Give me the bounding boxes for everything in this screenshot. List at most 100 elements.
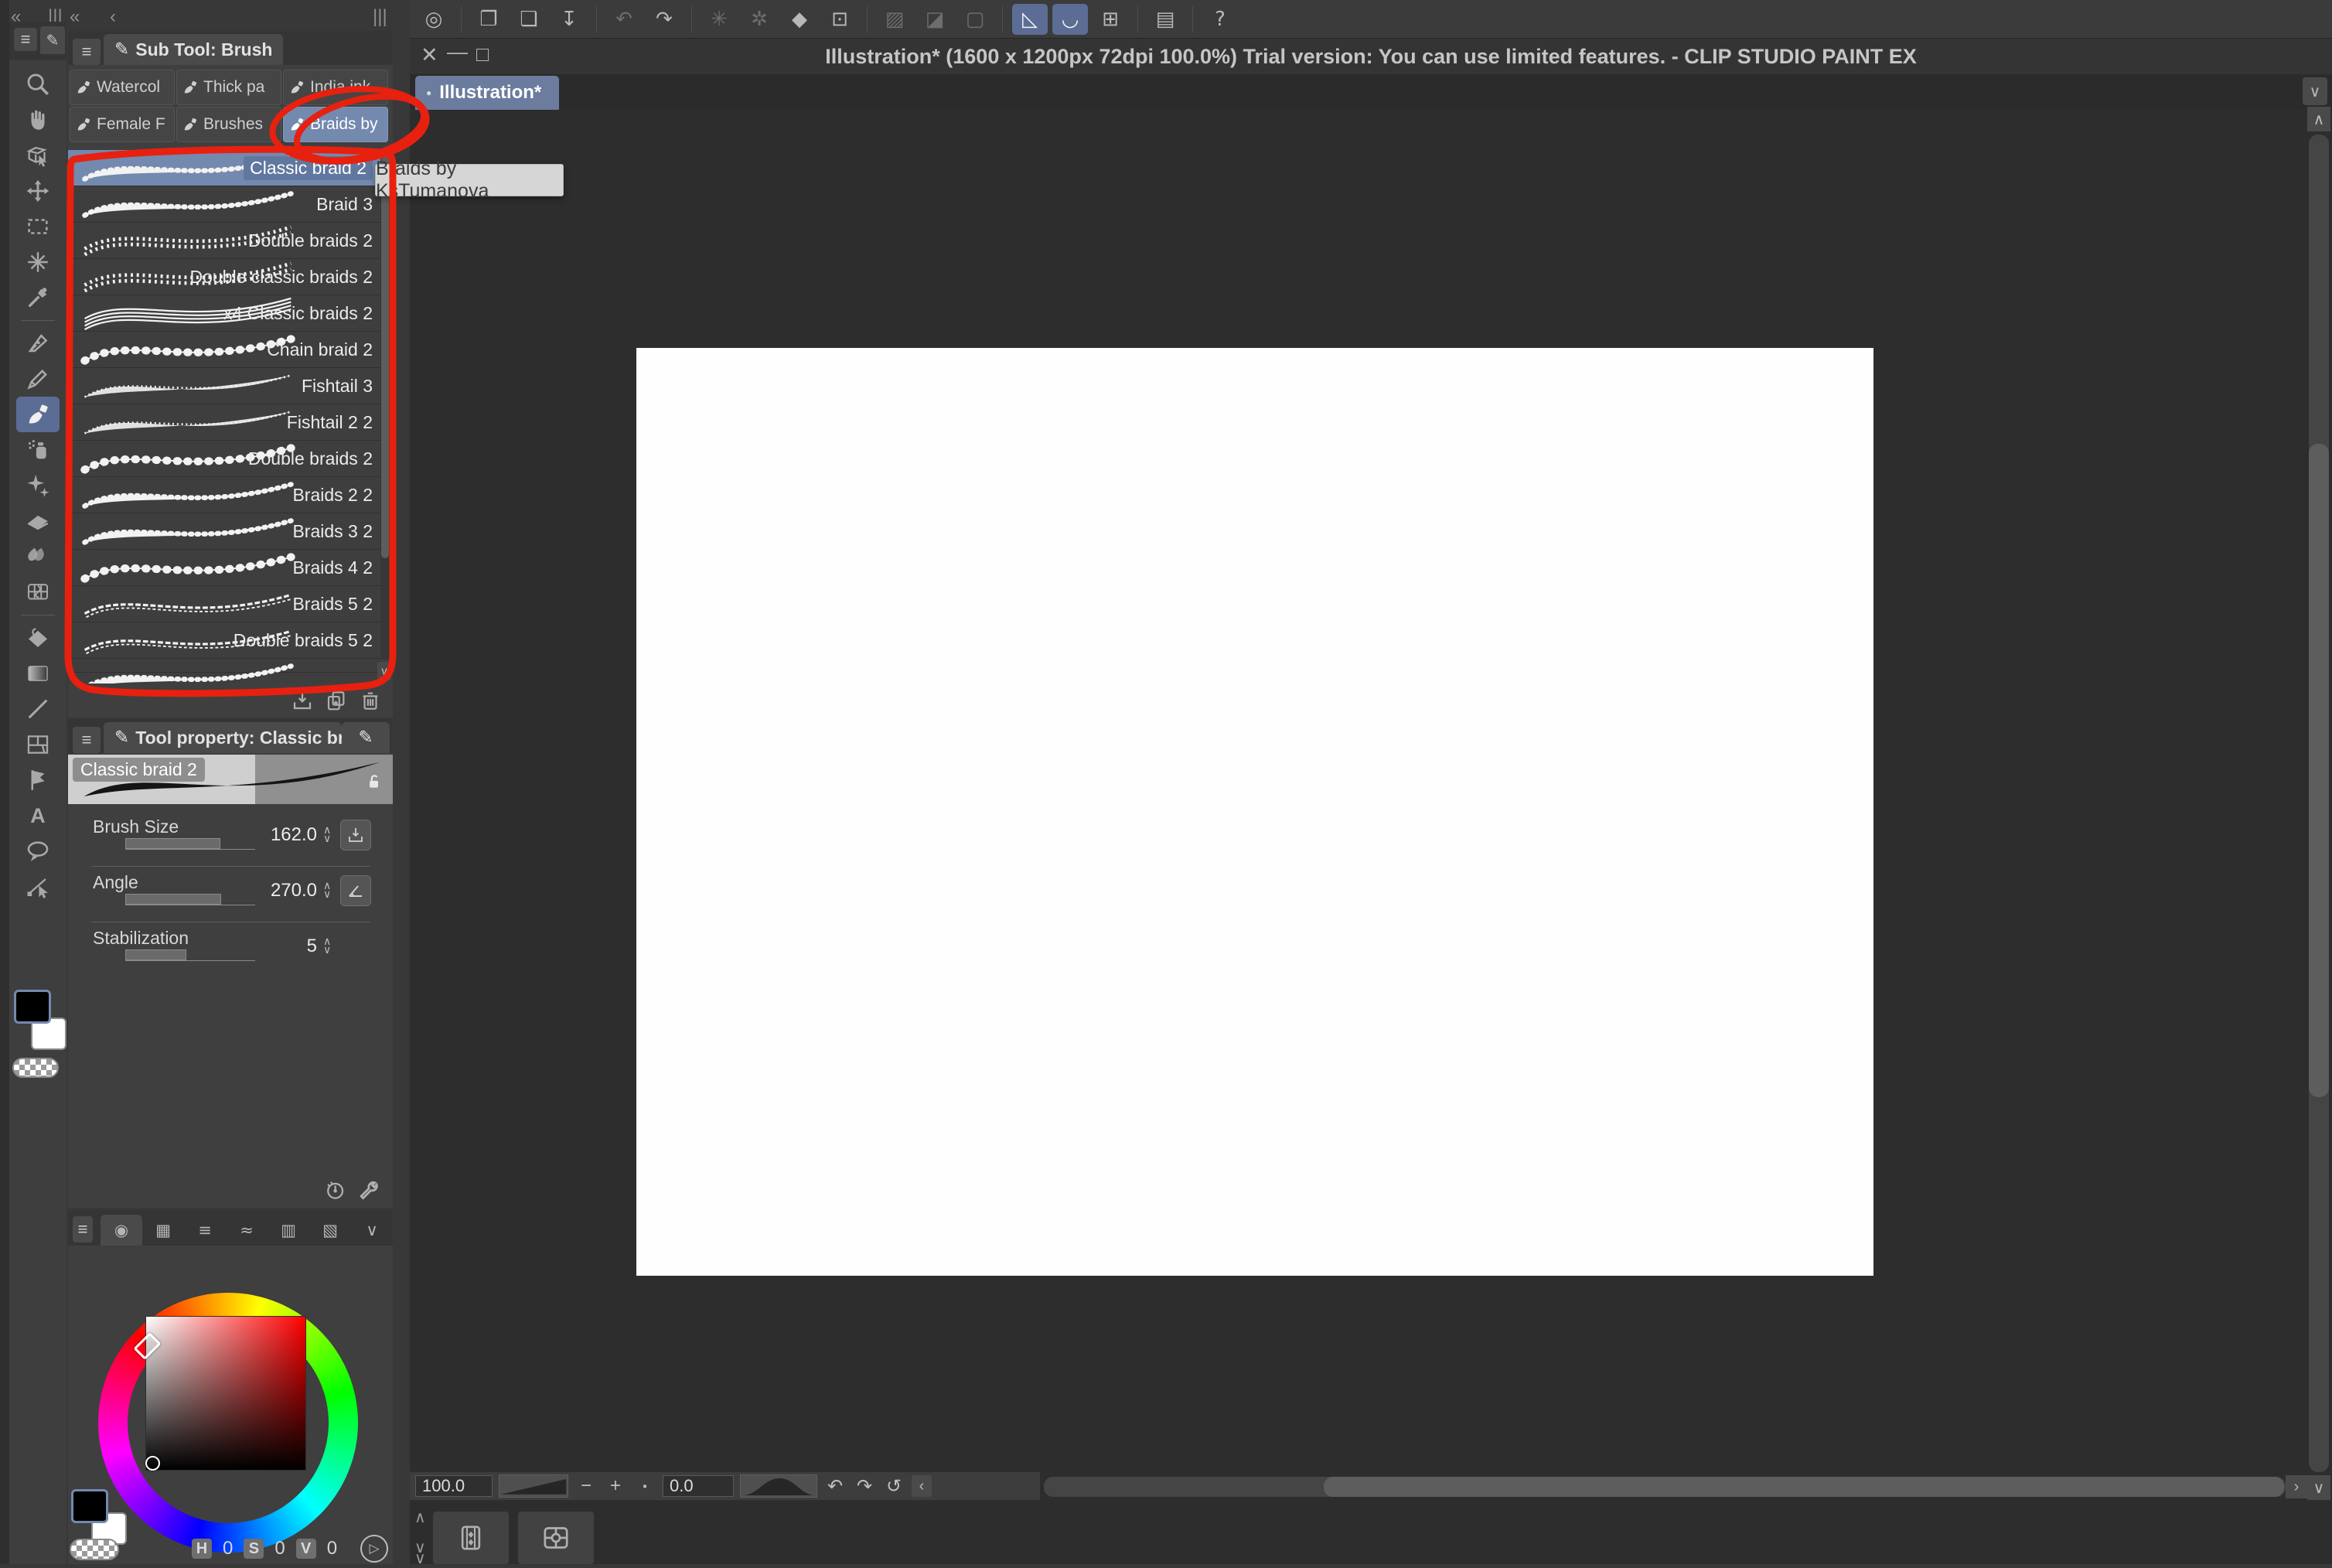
save-file-icon[interactable]: ↧ <box>551 4 587 35</box>
list-item[interactable]: Fishtail 2 2 <box>68 404 393 441</box>
subtool-tab-braids-by[interactable]: Braids by <box>283 107 388 142</box>
snap-to-special-ruler-icon[interactable]: ◡ <box>1052 3 1088 35</box>
list-item[interactable]: Chain braid 2 <box>68 332 393 368</box>
selection-border-icon[interactable]: ▢ <box>957 4 993 35</box>
reset-rotation-button[interactable]: ↺ <box>882 1475 905 1497</box>
move-layer-tool-icon[interactable] <box>16 173 60 209</box>
foreground-color-swatch[interactable] <box>14 990 51 1024</box>
scroll-up-chevron-icon[interactable]: ∧ <box>2307 107 2330 131</box>
scroll-down-chevron-icon[interactable]: ∨ <box>2307 1475 2330 1500</box>
subtool-tab-watercol[interactable]: Watercol <box>70 70 175 105</box>
color-slider-tab[interactable]: ≡ <box>184 1215 226 1246</box>
fill-icon[interactable]: ◆ <box>782 4 817 35</box>
list-item[interactable]: Fishtail 3 <box>68 368 393 404</box>
stabilization-stepper[interactable]: ∧ ∨ <box>323 936 331 955</box>
list-item[interactable]: Braids 2 2 <box>68 477 393 513</box>
fit-to-screen-button[interactable]: ▪ <box>633 1475 656 1497</box>
horizontal-scrollbar-thumb[interactable] <box>1324 1477 2284 1497</box>
subview-button[interactable] <box>518 1512 594 1564</box>
tool-property-menu-icon[interactable]: ≡ <box>73 727 101 753</box>
brush-tool-icon[interactable] <box>16 397 60 432</box>
rotate-left-button[interactable]: ↶ <box>823 1475 847 1497</box>
brush-list-scroll-down-icon[interactable]: ∨ <box>377 662 391 680</box>
scroll-right-chevron-icon[interactable]: › <box>2286 1475 2307 1498</box>
sv-marker[interactable] <box>145 1456 160 1471</box>
tool-menu-icon[interactable]: ≡ <box>14 28 37 51</box>
subtool-tab-brushes[interactable]: Brushes <box>176 107 281 142</box>
list-item[interactable]: Double braids 2 <box>68 223 393 259</box>
liquify-tool-icon[interactable] <box>16 574 60 610</box>
snap-to-ruler-icon[interactable]: ◺ <box>1012 3 1048 35</box>
ruler-tool-icon[interactable] <box>16 762 60 798</box>
transparent-color-swatch[interactable] <box>12 1058 59 1078</box>
angle-stepper[interactable]: ∧ ∨ <box>323 880 331 899</box>
list-item[interactable]: Double braids 2 <box>68 441 393 477</box>
operation-tool-icon[interactable] <box>16 138 60 173</box>
snap-to-grid-icon[interactable]: ⊞ <box>1093 4 1128 35</box>
new-canvas-icon[interactable]: ❐ <box>471 4 506 35</box>
timeline-button[interactable] <box>433 1512 509 1564</box>
color-wheel-tab[interactable]: ◉ <box>101 1215 142 1246</box>
pen-tool-icon[interactable] <box>16 326 60 361</box>
list-item[interactable]: Braids 4 2 <box>68 550 393 586</box>
frame-border-tool-icon[interactable] <box>16 727 60 762</box>
collapse-panel-2-icon[interactable]: « <box>70 6 80 28</box>
collapse-bar-chevron-icon[interactable]: ‹ <box>912 1475 932 1497</box>
import-subtool-icon[interactable] <box>291 689 314 712</box>
color-history-tab[interactable]: ▥ <box>268 1215 309 1246</box>
angle-value[interactable]: 270.0 <box>247 880 317 902</box>
color-set-tab[interactable]: ▦ <box>142 1215 184 1246</box>
angle-dynamics-button[interactable] <box>340 875 371 906</box>
brush-list-scrollbar[interactable] <box>380 153 390 659</box>
brush-size-value[interactable]: 162.0 <box>247 824 317 846</box>
subtool-tab-female-f[interactable]: Female F <box>70 107 175 142</box>
unlock-icon[interactable] <box>363 772 384 792</box>
color-panel-menu-icon[interactable]: ≡ <box>73 1216 93 1242</box>
open-file-icon[interactable]: ❏ <box>511 4 547 35</box>
tab-overflow-chevron-icon[interactable]: ∨ <box>2303 77 2327 105</box>
clear-icon[interactable]: ✳ <box>701 4 737 35</box>
vertical-scrollbar-thumb[interactable] <box>2309 444 2329 1097</box>
horizontal-scrollbar[interactable] <box>1044 1477 2286 1497</box>
clear-outside-selection-icon[interactable]: ✲ <box>742 4 777 35</box>
rotate-slider[interactable] <box>740 1474 817 1498</box>
subtool-tab-thick-pa[interactable]: Thick pa <box>176 70 281 105</box>
zoom-slider[interactable] <box>499 1474 568 1498</box>
play-circle-icon[interactable]: ▷ <box>360 1535 389 1563</box>
zoom-in-button[interactable]: + <box>604 1475 627 1497</box>
undo-icon[interactable]: ↶ <box>606 4 642 35</box>
brush-preview[interactable]: Classic braid 2 <box>68 755 393 804</box>
list-item[interactable]: x4 Classic braids 2 <box>68 295 393 332</box>
document-tab[interactable]: ● Illustration* <box>415 76 559 110</box>
list-item[interactable]: Classic braid 2 <box>68 150 393 186</box>
show-all-settings-wrench-icon[interactable] <box>359 1178 382 1202</box>
drag-handle-2[interactable]: ||| <box>373 6 387 28</box>
blend-tool-icon[interactable] <box>16 539 60 574</box>
figure-tool-icon[interactable] <box>16 691 60 727</box>
decoration-tool-icon[interactable] <box>16 468 60 503</box>
brush-size-slider[interactable] <box>125 838 255 850</box>
list-item[interactable]: Braids 3 2 <box>68 513 393 550</box>
zoom-out-button[interactable]: − <box>574 1475 598 1497</box>
list-item[interactable]: Double classic braids 2 <box>68 259 393 295</box>
correct-line-tool-icon[interactable] <box>16 869 60 905</box>
brush-size-stepper[interactable]: ∧ ∨ <box>323 824 331 844</box>
deselect-icon[interactable]: ▨ <box>877 4 912 35</box>
zoom-value-field[interactable]: 100.0 <box>415 1475 493 1497</box>
subtool-tab-india-ink[interactable]: India ink <box>283 70 388 105</box>
reset-settings-clock-icon[interactable] <box>323 1178 346 1202</box>
rotate-value-field[interactable]: 0.0 <box>663 1475 734 1497</box>
tool-property-tab[interactable]: ✎ Tool property: Classic brai <box>104 722 342 753</box>
auto-select-tool-icon[interactable] <box>16 244 60 280</box>
foreground-color-swatch-2[interactable] <box>71 1489 108 1523</box>
text-tool-icon[interactable] <box>16 798 60 833</box>
expand-up-chevron-icon[interactable]: ∧ <box>414 1508 426 1527</box>
selection-tool-icon[interactable] <box>16 209 60 244</box>
vertical-scrollbar[interactable] <box>2309 135 2329 1472</box>
rotate-right-button[interactable]: ↷ <box>853 1475 876 1497</box>
scale-transform-icon[interactable]: ⊡ <box>822 4 857 35</box>
more-tabs[interactable]: ∨ <box>351 1215 393 1246</box>
balloon-tool-icon[interactable] <box>16 833 60 869</box>
clip-studio-logo[interactable]: ◎ <box>416 4 452 35</box>
list-item[interactable]: Double braids 5 2 <box>68 622 393 659</box>
